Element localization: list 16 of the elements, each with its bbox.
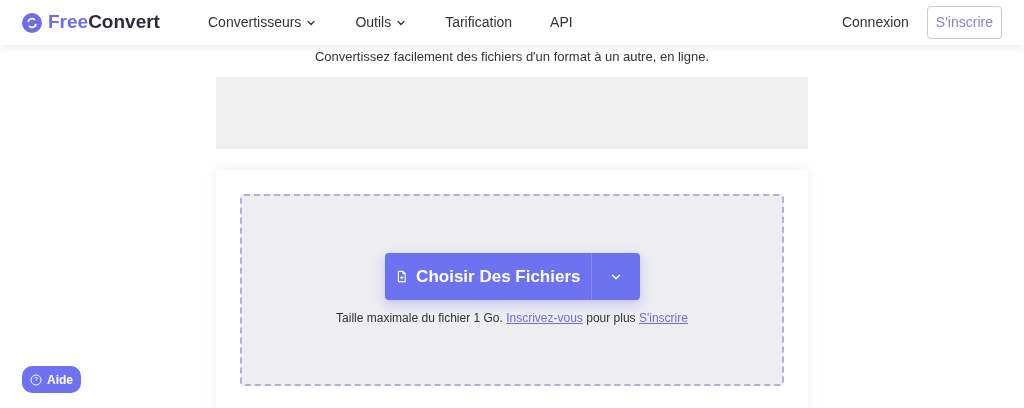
- register-link[interactable]: Inscrivez-vous: [506, 311, 583, 325]
- file-size-note: Taille maximale du fichier 1 Go. Inscrivez-vous pour plus S'inscrire: [336, 310, 688, 327]
- nav-link[interactable]: Convertisseurs: [208, 12, 318, 33]
- subtitle: Convertissez facilement des fichiers d'un format à un autre, en ligne.: [314, 48, 710, 66]
- signup-link[interactable]: S'inscrire: [638, 311, 688, 325]
- logo-text[interactable]: FreeConvert: [48, 8, 160, 37]
- choose-files-button[interactable]: Choisir Des Fichiers: [384, 253, 640, 300]
- nav-link[interactable]: API: [550, 12, 573, 33]
- help-button[interactable]: Aide: [22, 366, 81, 393]
- logo-icon: [22, 12, 42, 33]
- nav-link[interactable]: Outils: [355, 12, 408, 33]
- drop-zone[interactable]: Choisir Des Fichiers Taille maximale du fichier 1 Go. Inscrivez-vous pour plus S'inscrire: [240, 194, 784, 386]
- login-link[interactable]: Connexion: [841, 12, 909, 33]
- help-icon: [30, 373, 42, 386]
- choose-files-main[interactable]: Choisir Des Fichiers: [384, 253, 591, 300]
- nav-link[interactable]: Tarification: [445, 12, 513, 33]
